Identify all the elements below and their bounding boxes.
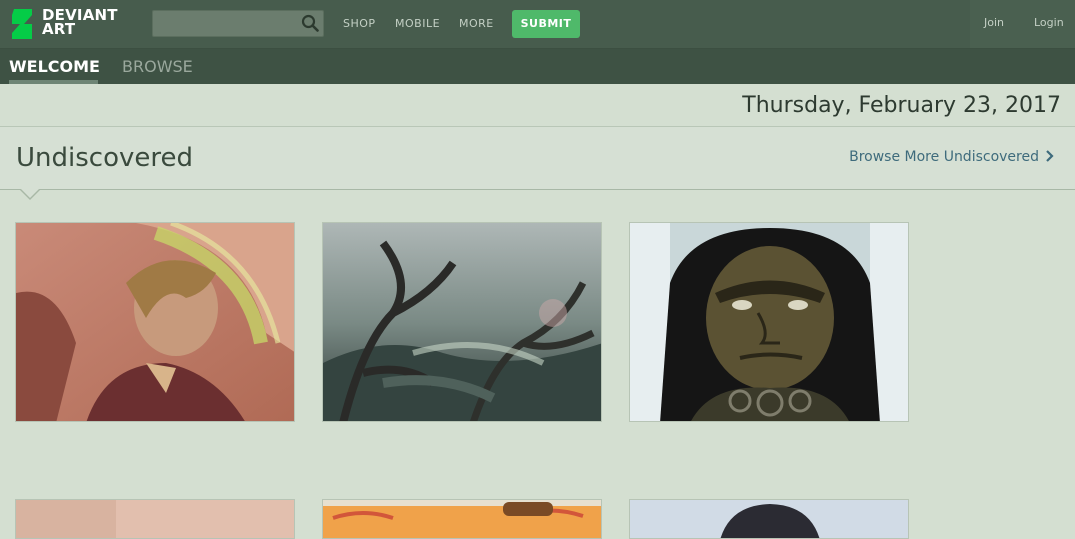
browse-more-link[interactable]: Browse More Undiscovered: [849, 149, 1039, 165]
artwork-image: [630, 500, 908, 538]
artwork-image: [323, 223, 601, 421]
artwork-thumbnail[interactable]: [322, 499, 602, 539]
nav-shop-link[interactable]: SHOP: [343, 17, 376, 30]
artwork-thumbnail[interactable]: [629, 222, 909, 422]
current-date: Thursday, February 23, 2017: [742, 93, 1061, 118]
chevron-right-icon[interactable]: [1045, 148, 1055, 164]
artwork-thumbnail[interactable]: [15, 499, 295, 539]
nav-mobile-link[interactable]: MOBILE: [395, 17, 440, 30]
section-title: Undiscovered: [16, 143, 193, 173]
artwork-thumbnail[interactable]: [15, 222, 295, 422]
deviantart-logo[interactable]: DEVIANT ART: [10, 7, 130, 41]
login-link[interactable]: Login: [1034, 16, 1064, 29]
artwork-image: [16, 500, 294, 538]
submit-button[interactable]: SUBMIT: [512, 10, 580, 38]
artwork-image: [16, 223, 294, 421]
tab-browse[interactable]: BROWSE: [122, 57, 193, 76]
artwork-image: [630, 223, 908, 421]
artwork-thumbnail[interactable]: [322, 222, 602, 422]
section-tabs-bar: WELCOME BROWSE: [0, 49, 1075, 84]
join-link[interactable]: Join: [984, 16, 1004, 29]
active-tab-indicator: [9, 80, 98, 84]
search-box: [152, 10, 324, 37]
artwork-thumbnail[interactable]: [629, 499, 909, 539]
tab-welcome[interactable]: WELCOME: [9, 57, 100, 76]
logo-line-2: ART: [42, 20, 76, 38]
deviantart-logo-icon: [12, 9, 32, 39]
section-pointer-inner: [20, 188, 40, 198]
nav-more-link[interactable]: MORE: [459, 17, 494, 30]
search-input[interactable]: [153, 11, 305, 36]
artwork-image: [323, 500, 601, 538]
logo-wordmark: DEVIANT ART: [42, 8, 118, 38]
search-icon[interactable]: [301, 14, 319, 32]
top-navigation-bar: DEVIANT ART SHOP MOBILE MORE SUBMIT Join…: [0, 0, 1075, 49]
